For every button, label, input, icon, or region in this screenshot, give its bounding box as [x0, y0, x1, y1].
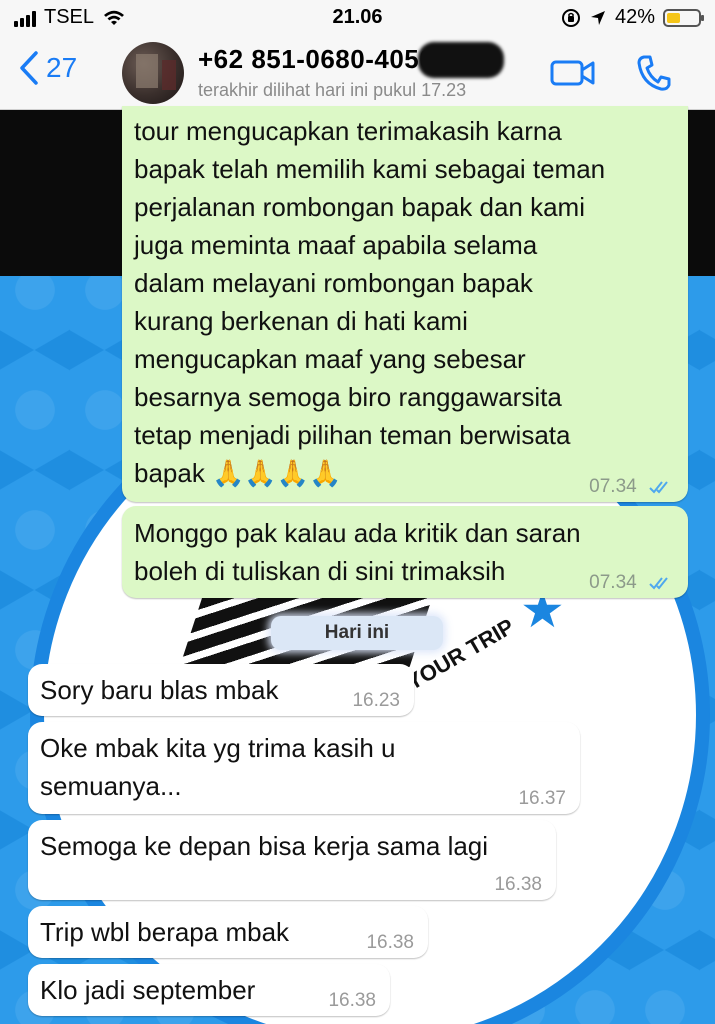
- read-receipt-icon: [649, 481, 668, 494]
- video-call-icon: [550, 60, 595, 86]
- last-seen-status: terakhir dilihat hari ini pukul 17.23: [198, 80, 467, 100]
- battery-icon: [663, 8, 704, 27]
- location-arrow-icon: [590, 10, 605, 25]
- message-meta: 07.34: [589, 477, 674, 496]
- message-text: Semoga ke depan bisa kerja sama lagi: [40, 831, 489, 861]
- read-receipt-icon: [649, 577, 668, 590]
- contact-name[interactable]: +62 851-0680-4050: [198, 44, 434, 75]
- message-outgoing[interactable]: Monggo pak kalau ada kritik dan saran bo…: [122, 506, 688, 598]
- chevron-left-icon: [20, 51, 38, 85]
- status-bar: TSEL 21.06 42%: [0, 0, 715, 36]
- message-time: 16.37: [518, 788, 566, 809]
- unread-count: 27: [46, 52, 78, 83]
- chat-header: 27 +62 851-0680-4050 terakhir dilihat ha…: [0, 36, 715, 110]
- message-incoming[interactable]: Sory baru blas mbak 16.23: [28, 664, 414, 716]
- phone-icon: [637, 55, 671, 91]
- message-incoming[interactable]: Oke mbak kita yg trima kasih u semuanya.…: [28, 722, 580, 814]
- contact-avatar[interactable]: [122, 42, 184, 104]
- message-time: 16.38: [328, 990, 376, 1011]
- video-call-button[interactable]: [550, 58, 596, 93]
- orientation-lock-icon: [561, 8, 580, 27]
- message-time: 07.34: [589, 572, 637, 593]
- message-time: 16.38: [494, 874, 542, 895]
- redaction-mark: [418, 42, 504, 78]
- message-incoming[interactable]: Semoga ke depan bisa kerja sama lagi 16.…: [28, 820, 556, 900]
- message-outgoing[interactable]: tour mengucapkan terimakasih karna bapak…: [122, 106, 688, 502]
- status-right-group: 42%: [561, 6, 704, 29]
- message-text: Trip wbl berapa mbak: [40, 917, 290, 947]
- message-text: Sory baru blas mbak: [40, 675, 279, 705]
- message-time: 07.34: [589, 476, 637, 497]
- message-text: tour mengucapkan terimakasih karna bapak…: [134, 116, 606, 488]
- message-text: Klo jadi september: [40, 975, 256, 1005]
- message-meta: 07.34: [589, 573, 674, 592]
- message-incoming[interactable]: Trip wbl berapa mbak 16.38: [28, 906, 428, 958]
- message-time: 16.38: [366, 932, 414, 953]
- battery-percent: 42%: [614, 6, 655, 28]
- back-button[interactable]: 27: [18, 50, 77, 86]
- day-separator: Hari ini: [271, 616, 443, 650]
- message-time: 16.23: [352, 690, 400, 711]
- voice-call-button[interactable]: [636, 54, 672, 97]
- message-text: Oke mbak kita yg trima kasih u semuanya.…: [40, 733, 396, 801]
- message-incoming[interactable]: Klo jadi september 16.38: [28, 964, 390, 1016]
